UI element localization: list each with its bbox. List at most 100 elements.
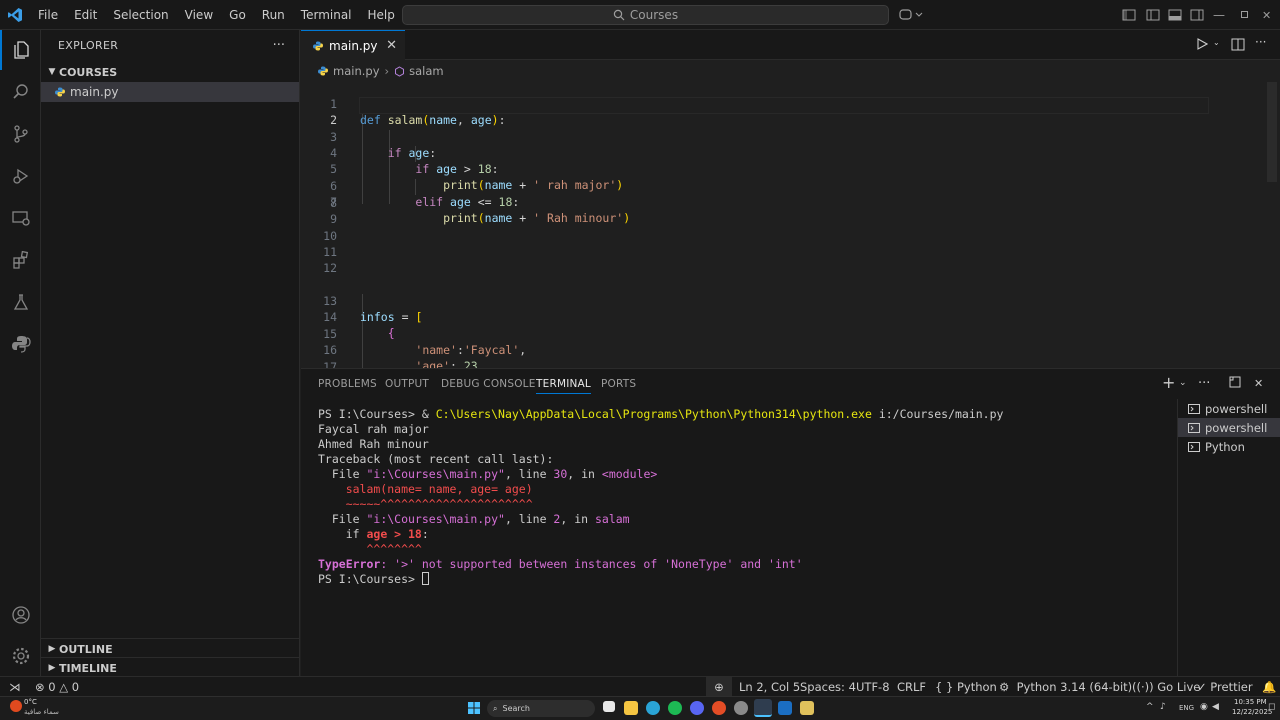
extensions-icon[interactable] <box>0 240 41 280</box>
editor-more-icon[interactable]: ··· <box>1255 35 1266 49</box>
more-actions-icon[interactable]: ··· <box>273 38 285 53</box>
search-view-icon[interactable] <box>0 72 41 112</box>
language-mode[interactable]: { } Python <box>935 677 997 697</box>
split-editor-icon[interactable] <box>1231 38 1245 54</box>
weather-icon[interactable] <box>10 700 22 712</box>
discord-icon[interactable] <box>690 701 704 715</box>
toggle-sidebar-icon[interactable] <box>1146 0 1160 30</box>
clock-date[interactable]: 12/22/2025 <box>1232 708 1272 716</box>
terminal-line: PS I:\Courses> <box>318 572 1168 587</box>
testing-icon[interactable] <box>0 282 41 322</box>
network-icon[interactable]: ◉ <box>1200 702 1208 712</box>
tab-ports[interactable]: PORTS <box>601 369 636 399</box>
file-explorer-icon[interactable] <box>624 701 638 715</box>
spotify-icon[interactable] <box>668 701 682 715</box>
encoding[interactable]: UTF-8 <box>856 677 890 697</box>
language-indicator[interactable]: ENG <box>1179 704 1194 712</box>
file-main-py[interactable]: main.py <box>41 82 299 102</box>
breadcrumb-file[interactable]: main.py <box>333 64 380 78</box>
terminal-line: ~~~~~^^^^^^^^^^^^^^^^^^^^^^ <box>318 497 533 511</box>
close-window-icon[interactable]: ✕ <box>1262 0 1271 30</box>
run-dropdown-chevron-icon[interactable]: ⌄ <box>1213 38 1220 47</box>
task-view-icon[interactable] <box>603 701 615 712</box>
run-python-file-icon[interactable] <box>1196 38 1209 53</box>
taskbar-search[interactable]: ⌕ Search <box>487 700 595 717</box>
menu-file[interactable]: File <box>30 0 66 30</box>
zoom-icon[interactable]: ⊕ <box>706 677 732 697</box>
prettier-status[interactable]: ✓ Prettier <box>1197 677 1253 697</box>
run-debug-icon[interactable] <box>0 156 41 196</box>
new-terminal-icon[interactable]: + <box>1162 373 1175 392</box>
outline-section[interactable]: ▶ OUTLINE <box>41 638 300 658</box>
remote-explorer-icon[interactable] <box>0 198 41 238</box>
close-panel-icon[interactable]: ✕ <box>1254 377 1263 390</box>
accounts-icon[interactable] <box>0 595 41 635</box>
notifications-icon[interactable]: 🔔 <box>1262 677 1276 697</box>
chrome-icon[interactable] <box>712 701 726 715</box>
remote-indicator-icon[interactable]: ⋊ <box>9 677 21 697</box>
tray-overflow-icon[interactable]: ^ <box>1146 702 1154 712</box>
toggle-primary-sidebar-icon[interactable] <box>1122 0 1136 30</box>
tab-problems[interactable]: PROBLEMS <box>318 369 377 399</box>
menu-go[interactable]: Go <box>221 0 254 30</box>
panel-more-icon[interactable]: ··· <box>1198 376 1210 391</box>
chevron-right-icon: ▶ <box>48 663 56 673</box>
problems-indicator[interactable]: ⊗ 0 △ 0 <box>35 677 79 697</box>
terminal-item-powershell-1[interactable]: powershell <box>1178 399 1280 418</box>
go-live-button[interactable]: ((·)) Go Live <box>1132 677 1200 697</box>
tab-debug-console[interactable]: DEBUG CONSOLE <box>441 369 536 399</box>
restore-window-icon[interactable] <box>1241 0 1249 30</box>
volume-icon[interactable]: ◀ <box>1212 702 1219 712</box>
menu-help[interactable]: Help <box>360 0 403 30</box>
timeline-section[interactable]: ▶ TIMELINE <box>41 657 300 677</box>
python-interpreter[interactable]: ⚙ Python 3.14 (64-bit) <box>999 677 1132 697</box>
notification-center-icon[interactable]: ◻ <box>1268 702 1275 712</box>
tab-terminal[interactable]: TERMINAL <box>536 369 591 399</box>
line-number: 11 <box>323 245 337 259</box>
code-editor[interactable]: 1 def salam(name, age): 2 3 if age: 4 if… <box>301 82 1280 368</box>
chevron-right-icon: › <box>384 64 390 78</box>
windows-start-icon[interactable] <box>468 702 480 717</box>
menu-run[interactable]: Run <box>254 0 293 30</box>
menu-edit[interactable]: Edit <box>66 0 105 30</box>
copilot-icon[interactable] <box>898 0 924 30</box>
file-label: main.py <box>70 85 119 99</box>
close-icon[interactable]: ✕ <box>386 38 397 53</box>
editor-scrollbar[interactable] <box>1267 82 1277 182</box>
breadcrumb-symbol[interactable]: salam <box>409 64 443 78</box>
notes-app-icon[interactable] <box>800 701 814 715</box>
terminal-item-python[interactable]: Python <box>1178 437 1280 456</box>
chevron-down-icon[interactable]: ⌄ <box>1179 378 1187 388</box>
menu-view[interactable]: View <box>177 0 221 30</box>
menu-terminal[interactable]: Terminal <box>293 0 360 30</box>
terminal-output[interactable]: PS I:\Courses> & C:\Users\Nay\AppData\Lo… <box>318 407 1168 587</box>
mic-icon[interactable]: ♪ <box>1160 702 1166 712</box>
explorer-icon[interactable] <box>0 30 41 70</box>
menu-selection[interactable]: Selection <box>105 0 176 30</box>
editor-tabs: main.py ✕ ⌄ ··· <box>301 30 1280 60</box>
steam-icon[interactable] <box>778 701 792 715</box>
source-control-icon[interactable] <box>0 114 41 154</box>
double-check-icon: ✓ <box>1197 680 1207 694</box>
tab-main-py[interactable]: main.py ✕ <box>301 30 405 60</box>
gear-icon[interactable] <box>0 636 41 676</box>
command-center-search[interactable]: Courses <box>402 5 889 25</box>
toggle-secondary-sidebar-icon[interactable] <box>1190 0 1204 30</box>
code-line: 13 infos = [ <box>301 277 1280 324</box>
maximize-panel-icon[interactable] <box>1229 376 1241 392</box>
edge-icon[interactable] <box>646 701 660 715</box>
terminal-item-powershell-2[interactable]: powershell <box>1178 418 1280 437</box>
settings-app-icon[interactable] <box>734 701 748 715</box>
tab-output[interactable]: OUTPUT <box>385 369 429 399</box>
folder-courses[interactable]: ▼ COURSES <box>41 62 299 82</box>
cursor-position[interactable]: Ln 2, Col 5 <box>739 677 800 697</box>
terminal-icon <box>1188 441 1200 452</box>
indentation[interactable]: Spaces: 4 <box>800 677 856 697</box>
clock-time[interactable]: 10:35 PM <box>1234 698 1267 706</box>
toggle-panel-icon[interactable] <box>1168 0 1182 30</box>
python-icon[interactable] <box>0 324 41 364</box>
minimize-window-icon[interactable]: — <box>1213 0 1225 30</box>
python-file-icon <box>313 41 323 50</box>
vscode-taskbar-icon[interactable] <box>754 699 772 717</box>
line-ending[interactable]: CRLF <box>897 677 926 697</box>
